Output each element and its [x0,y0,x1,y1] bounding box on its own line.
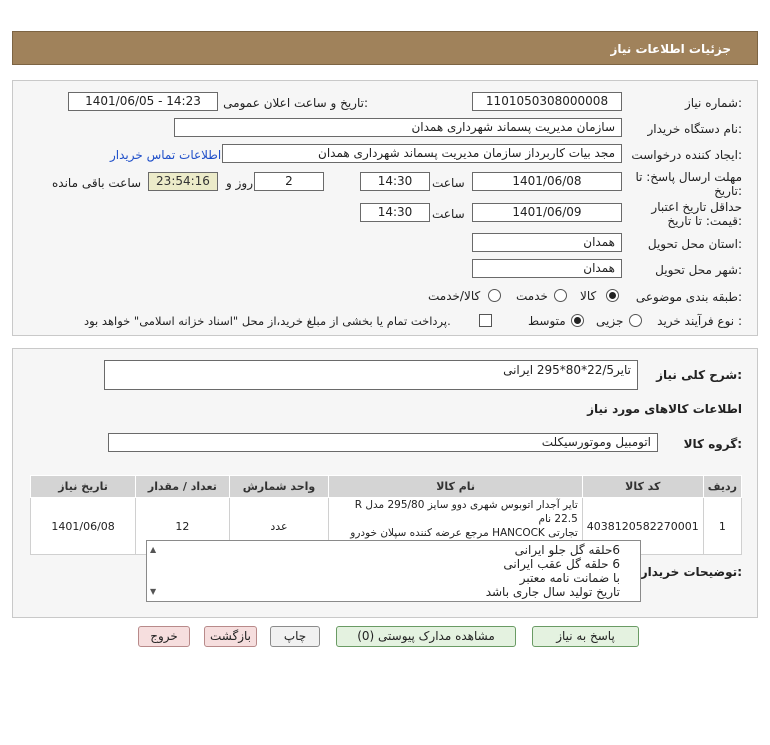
deadline-date-field: 1401/06/08 [472,172,622,191]
header-unit: واحد شمارش [228,475,330,498]
reply-button[interactable]: پاسخ به نیاز [532,626,639,647]
process-radio-medium[interactable] [571,314,584,327]
deadline-time-field: 14:30 [360,172,430,191]
treasury-payment-note: پرداخت تمام یا بخشی از مبلغ خرید،از محل … [84,314,451,328]
buyer-org-field: سازمان مدیریت پسماند شهرداری همدان [174,118,622,137]
validity-label-2: قیمت: تا تاریخ: [667,214,742,228]
notes-line-1: 6حلقه گل جلو ایرانی [514,543,620,557]
treasury-payment-checkbox[interactable] [479,314,492,327]
process-label: نوع فرآیند خرید : [657,314,742,328]
category-label: طبقه بندی موضوعی: [635,290,742,304]
notes-line-2: 6 حلقه گل عقب ایرانی [503,557,620,571]
deadline-label-2: تاریخ: [714,184,742,198]
category-radio-goods[interactable] [606,289,619,302]
buyer-org-label: نام دستگاه خریدار: [647,122,743,136]
back-button[interactable]: بازگشت [204,626,257,647]
header-name: نام کالا [328,475,583,498]
header-date: تاریخ نیاز [29,475,137,498]
creator-label: ایجاد کننده درخواست: [631,148,742,162]
cell-index: 1 [702,497,743,555]
validity-label-1: حداقل تاریخ اعتبار [651,200,742,214]
creator-field: مجد بیات کاربرداز سازمان مدیریت پسماند ش… [222,144,622,163]
page-title: جزئیات اطلاعات نیاز [610,42,731,56]
announce-label: تاریخ و ساعت اعلان عمومی: [223,96,368,110]
category-radio-goods-service[interactable] [488,289,501,302]
deadline-time-label: ساعت [432,176,465,190]
process-radio-minor[interactable] [629,314,642,327]
city-label: شهر محل تحویل: [655,263,742,277]
category-option-service: خدمت [516,289,548,303]
need-number-label: شماره نیاز: [684,96,742,110]
remaining-time-label: ساعت باقی مانده [52,176,142,190]
process-option-minor: جزیی [596,314,624,328]
summary-label: شرح کلی نیاز: [656,368,742,382]
scroll-up-icon[interactable]: ▲ [150,543,156,557]
summary-field: تایر22/5*80*295 ایرانی [104,360,638,390]
buyer-notes-label: توضیحات خریدار: [640,565,742,579]
city-field: همدان [472,259,622,278]
remaining-time-field: 23:54:16 [148,172,218,191]
validity-time-label: ساعت [432,207,465,221]
cell-name-line-1: تایر آجدار اتوبوس شهری دوو سایز 295/80 م… [354,499,578,525]
announce-field: 1401/06/05 - 14:23 [68,92,218,111]
goods-group-label: گروه کالا: [683,437,742,451]
header-code: کد کالا [581,475,704,498]
province-label: استان محل تحویل: [647,237,742,251]
table-header-row: ردیف کد کالا نام کالا واحد شمارش تعداد /… [29,475,743,498]
buyer-contact-link[interactable]: اطلاعات تماس خریدار [110,148,221,162]
remaining-days-field: 2 [254,172,324,191]
notes-line-4: تاریخ تولید سال جاری باشد [485,585,620,599]
buyer-notes-textarea[interactable]: 6حلقه گل جلو ایرانی 6 حلقه گل عقب ایرانی… [146,540,641,602]
need-number-field: 1101050308000008 [472,92,622,111]
header-qty: تعداد / مقدار [135,475,230,498]
notes-line-3: با ضمانت نامه معتبر [519,571,620,585]
print-button[interactable]: چاپ [270,626,320,647]
province-field: همدان [472,233,622,252]
view-documents-button[interactable]: مشاهده مدارک پیوستی (0) [336,626,516,647]
category-option-goods-service: کالا/خدمت [428,289,481,303]
goods-group-field: اتومبیل وموتورسیکلت [108,433,658,452]
exit-button[interactable]: خروج [138,626,190,647]
category-option-goods: کالا [580,289,597,303]
cell-date: 1401/06/08 [29,497,137,555]
validity-date-field: 1401/06/09 [472,203,622,222]
header-index: ردیف [702,475,743,498]
category-radio-service[interactable] [554,289,567,302]
page-title-bar: جزئیات اطلاعات نیاز [12,31,758,65]
days-label: روز و [226,176,253,190]
deadline-label-1: مهلت ارسال پاسخ: تا [635,170,742,184]
process-option-medium: متوسط [528,314,566,328]
validity-time-field: 14:30 [360,203,430,222]
scroll-down-icon[interactable]: ▼ [150,585,156,599]
goods-section-title: اطلاعات کالاهای مورد نیاز [587,402,742,416]
